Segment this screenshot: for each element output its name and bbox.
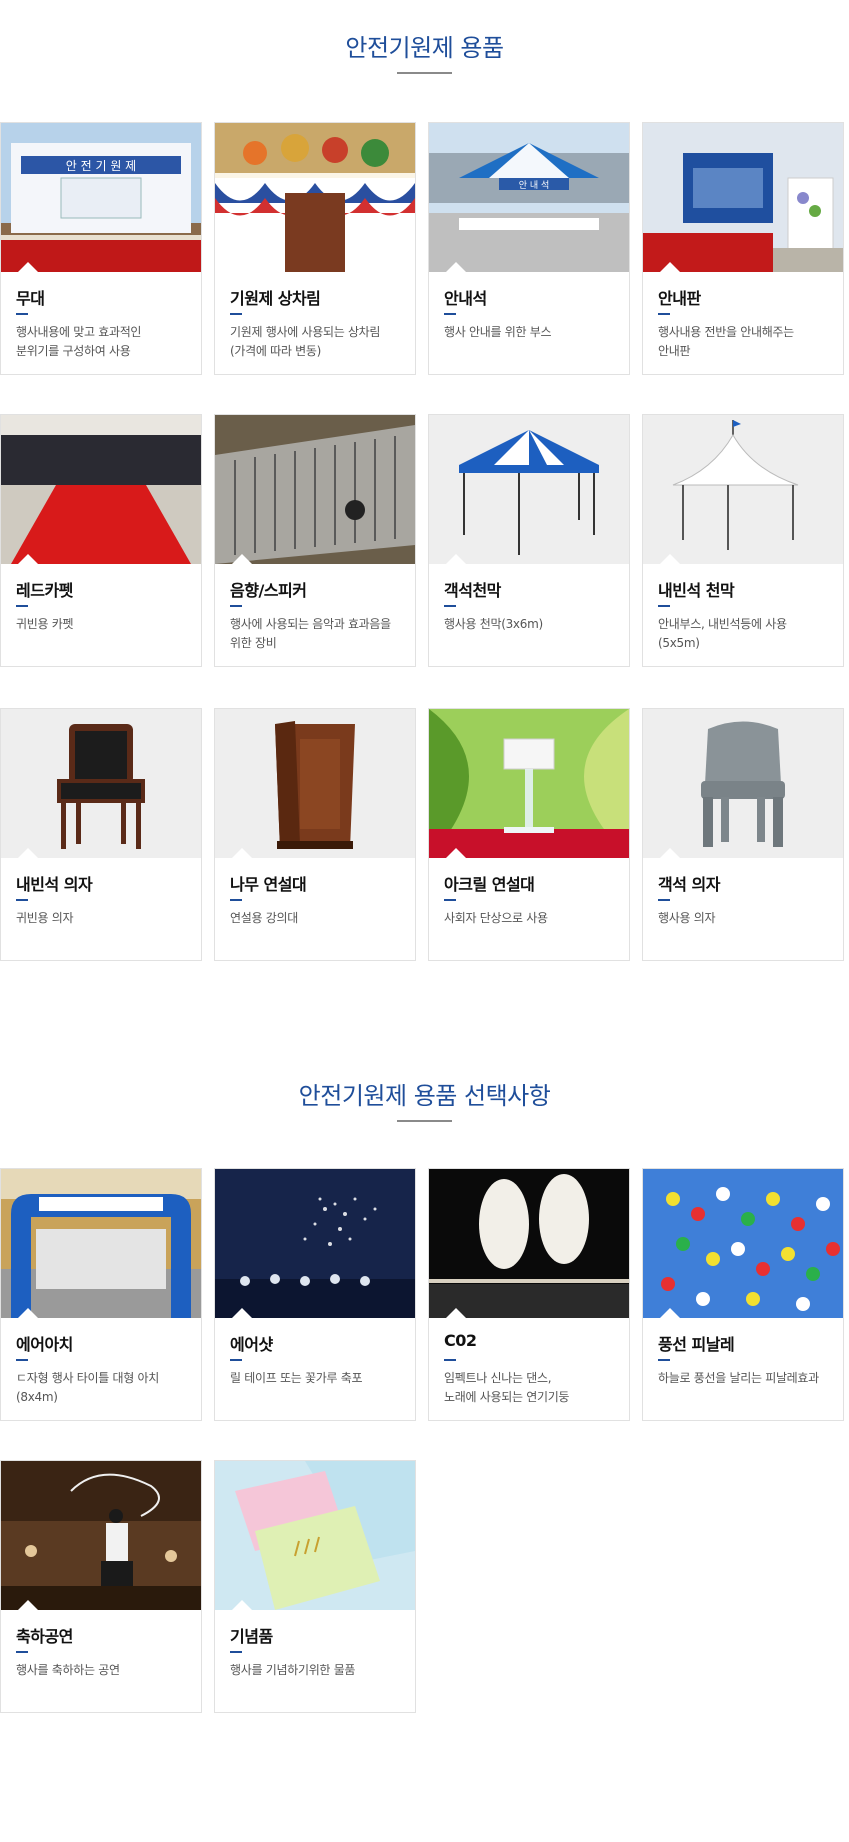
title-divider bbox=[397, 72, 452, 74]
product-card-guest-chair[interactable]: 내빈석 의자 귀빈용 의자 bbox=[0, 708, 202, 961]
product-card-guest-tent[interactable]: 내빈석 천막 안내부스, 내빈석등에 사용 (5x5m) bbox=[642, 414, 844, 667]
product-card-info-booth[interactable]: 안 내 석 안내석 행사 안내를 위한 부스 bbox=[428, 122, 630, 375]
product-name: 객석천막 bbox=[444, 581, 501, 600]
performance-photo bbox=[1, 1461, 201, 1610]
product-desc: 연설용 강의대 bbox=[230, 911, 298, 925]
product-card-co2[interactable]: C02 임펙트나 신나는 댄스, 노래에 사용되는 연기기둥 bbox=[428, 1168, 630, 1421]
title-divider bbox=[397, 1120, 452, 1122]
product-name: 나무 연설대 bbox=[230, 875, 307, 894]
ritual-table-photo bbox=[215, 123, 415, 272]
product-card-red-carpet[interactable]: 레드카펫 귀빈용 카펫 bbox=[0, 414, 202, 667]
product-desc: 행사내용 전반을 안내해주는 안내판 bbox=[658, 325, 794, 358]
product-desc: 귀빈용 의자 bbox=[16, 911, 74, 925]
product-card-air-shot[interactable]: 에어샷 릴 테이프 또는 꽃가루 축포 bbox=[214, 1168, 416, 1421]
product-name: 에어아치 bbox=[16, 1335, 73, 1354]
product-desc: 귀빈용 카펫 bbox=[16, 617, 74, 631]
product-desc: 행사 안내를 위한 부스 bbox=[444, 325, 552, 339]
product-name: 아크릴 연설대 bbox=[444, 875, 535, 894]
product-name: 무대 bbox=[16, 289, 45, 308]
product-name: 안내판 bbox=[658, 289, 701, 308]
product-name: 기원제 상차림 bbox=[230, 289, 321, 308]
audience-tent-photo bbox=[429, 415, 629, 564]
product-desc: 행사용 의자 bbox=[658, 911, 716, 925]
product-desc: 행사를 기념하기위한 물품 bbox=[230, 1663, 356, 1677]
product-name: 기념품 bbox=[230, 1627, 273, 1646]
product-card-audience-tent[interactable]: 객석천막 행사용 천막(3x6m) bbox=[428, 414, 630, 667]
product-card-acrylic-podium[interactable]: 아크릴 연설대 사회자 단상으로 사용 bbox=[428, 708, 630, 961]
air-arch-photo bbox=[1, 1169, 201, 1318]
product-desc: ㄷ자형 행사 타이틀 대형 아치 (8x4m) bbox=[16, 1371, 159, 1404]
wood-podium-photo bbox=[215, 709, 415, 858]
product-name: 축하공연 bbox=[16, 1627, 73, 1646]
product-card-info-board[interactable]: 안내판 행사내용 전반을 안내해주는 안내판 bbox=[642, 122, 844, 375]
red-carpet-photo bbox=[1, 415, 201, 564]
product-card-ritual-table[interactable]: 기원제 상차림 기원제 행사에 사용되는 상차림 (가격에 따라 변동) bbox=[214, 122, 416, 375]
co2-jet-photo bbox=[429, 1169, 629, 1318]
product-desc: 하늘로 풍선을 날리는 피날레효과 bbox=[658, 1371, 819, 1385]
product-card-air-arch[interactable]: 에어아치 ㄷ자형 행사 타이틀 대형 아치 (8x4m) bbox=[0, 1168, 202, 1421]
stage-photo: 안 전 기 원 제 bbox=[1, 123, 201, 272]
guest-chair-photo bbox=[1, 709, 201, 858]
product-card-sound[interactable]: 음향/스피커 행사에 사용되는 음악과 효과음을 위한 장비 bbox=[214, 414, 416, 667]
info-booth-photo: 안 내 석 bbox=[429, 123, 629, 272]
guest-tent-photo bbox=[643, 415, 843, 564]
product-desc: 행사용 천막(3x6m) bbox=[444, 617, 543, 631]
product-name: 풍선 피날레 bbox=[658, 1335, 735, 1354]
air-shot-photo bbox=[215, 1169, 415, 1318]
section-title-options: 안전기원제 용품 선택사항 bbox=[298, 1082, 551, 1110]
product-desc: 임펙트나 신나는 댄스, 노래에 사용되는 연기기둥 bbox=[444, 1371, 570, 1404]
product-card-performance[interactable]: 축하공연 행사를 축하하는 공연 bbox=[0, 1460, 202, 1713]
sound-mixer-photo bbox=[215, 415, 415, 564]
product-name: 내빈석 천막 bbox=[658, 581, 735, 600]
product-desc: 행사를 축하하는 공연 bbox=[16, 1663, 120, 1677]
product-name: 객석 의자 bbox=[658, 875, 720, 894]
product-card-wood-podium[interactable]: 나무 연설대 연설용 강의대 bbox=[214, 708, 416, 961]
product-desc: 안내부스, 내빈석등에 사용 (5x5m) bbox=[658, 617, 787, 650]
product-desc: 릴 테이프 또는 꽃가루 축포 bbox=[230, 1371, 363, 1385]
product-name: 음향/스피커 bbox=[230, 581, 307, 600]
svg-text:안 전 기 원 제: 안 전 기 원 제 bbox=[66, 159, 136, 173]
product-card-balloon[interactable]: 풍선 피날레 하늘로 풍선을 날리는 피날레효과 bbox=[642, 1168, 844, 1421]
svg-text:안 내 석: 안 내 석 bbox=[519, 180, 550, 191]
info-board-photo bbox=[643, 123, 843, 272]
product-card-plastic-chair[interactable]: 객석 의자 행사용 의자 bbox=[642, 708, 844, 961]
towel-gift-photo bbox=[215, 1461, 415, 1610]
plastic-chair-photo bbox=[643, 709, 843, 858]
product-name: 레드카펫 bbox=[16, 581, 73, 600]
product-card-towel-gift[interactable]: 기념품 행사를 기념하기위한 물품 bbox=[214, 1460, 416, 1713]
product-name: 내빈석 의자 bbox=[16, 875, 93, 894]
product-card-stage[interactable]: 안 전 기 원 제 무대 행사내용에 맞고 효과적인 분위기를 구성하여 사용 bbox=[0, 122, 202, 375]
product-name: C02 bbox=[444, 1331, 477, 1350]
product-desc: 행사내용에 맞고 효과적인 분위기를 구성하여 사용 bbox=[16, 325, 142, 358]
product-name: 안내석 bbox=[444, 289, 487, 308]
section-title-supplies: 안전기원제 용품 bbox=[345, 34, 504, 62]
product-desc: 기원제 행사에 사용되는 상차림 (가격에 따라 변동) bbox=[230, 325, 381, 358]
balloon-photo bbox=[643, 1169, 843, 1318]
product-desc: 행사에 사용되는 음악과 효과음을 위한 장비 bbox=[230, 617, 391, 650]
acrylic-podium-photo bbox=[429, 709, 629, 858]
product-desc: 사회자 단상으로 사용 bbox=[444, 911, 548, 925]
product-name: 에어샷 bbox=[230, 1335, 273, 1354]
